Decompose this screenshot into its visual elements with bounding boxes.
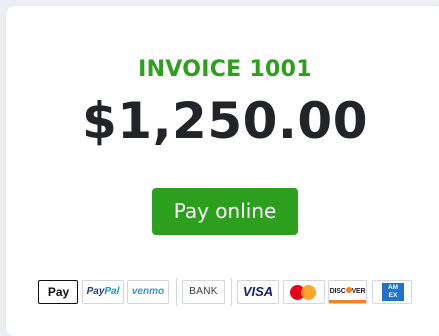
divider — [176, 278, 177, 306]
apple-pay-label: Pay — [47, 285, 70, 299]
invoice-amount: $1,250.00 — [81, 92, 369, 150]
bank-label: BANK — [189, 286, 218, 297]
visa-label: VISA — [242, 284, 274, 299]
discover-bar — [329, 300, 366, 303]
visa-icon: VISA — [237, 280, 279, 304]
venmo-label: venmo — [131, 286, 165, 297]
bank-icon: BANK — [182, 280, 225, 304]
amex-badge: AM EX — [382, 283, 404, 301]
divider — [231, 278, 232, 306]
paypal-icon: PayPal — [82, 280, 124, 304]
amex-line1: AM — [387, 284, 399, 291]
mastercard-icon — [283, 280, 325, 304]
invoice-title: INVOICE 1001 — [138, 57, 312, 82]
mastercard-yellow-circle — [301, 285, 316, 300]
amex-icon: AM EX — [372, 280, 412, 304]
paypal-label-part1: Pay — [86, 286, 105, 297]
payment-methods: Pay PayPal venmo BANK VISA DISC VER AM EX — [0, 278, 439, 306]
discover-label-part2: VER — [351, 288, 366, 295]
paypal-label-part2: Pal — [104, 286, 120, 297]
venmo-icon: venmo — [127, 280, 169, 304]
pay-online-button[interactable]: Pay online — [152, 188, 298, 235]
discover-label-part1: DISC — [329, 288, 346, 295]
apple-pay-icon: Pay — [38, 280, 78, 304]
discover-icon: DISC VER — [328, 280, 367, 304]
amex-line2: EX — [388, 292, 398, 299]
